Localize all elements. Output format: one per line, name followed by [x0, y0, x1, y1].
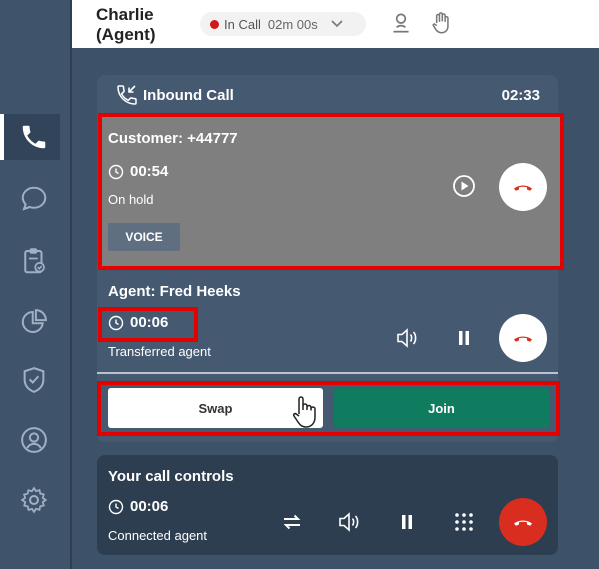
sidebar-item-tasks[interactable] — [14, 241, 54, 281]
sidebar-item-chat[interactable] — [14, 179, 54, 219]
agent-status: Transferred agent — [108, 344, 211, 359]
hand-cursor-icon — [292, 396, 316, 428]
pause-icon[interactable] — [393, 508, 421, 536]
sidebar-item-phone[interactable] — [14, 117, 54, 157]
chat-icon — [21, 186, 47, 211]
status-dot-icon — [210, 19, 219, 29]
sidebar-item-profile[interactable] — [14, 420, 54, 460]
agent-leg-name: Agent: Fred Heeks — [108, 283, 241, 300]
transfer-icon[interactable] — [278, 508, 306, 536]
shield-check-icon — [23, 367, 45, 393]
chevron-down-icon — [331, 20, 343, 28]
volume-icon[interactable] — [336, 508, 364, 536]
user-icon[interactable] — [388, 10, 414, 36]
controls-duration: 00:06 — [130, 498, 169, 515]
phone-icon — [22, 125, 46, 149]
status-label: In Call — [224, 16, 261, 32]
user-circle-icon — [21, 427, 47, 453]
controls-duration-row: 00:06 — [108, 498, 168, 515]
sidebar-item-security[interactable] — [14, 360, 54, 400]
status-duration: 02m 00s — [267, 16, 318, 32]
customer-highlight-box — [98, 113, 564, 270]
sidebar — [0, 0, 72, 569]
pie-chart-icon — [21, 309, 47, 333]
actions-highlight-box — [97, 381, 560, 436]
end-call-button[interactable] — [499, 498, 547, 546]
hangup-icon — [514, 520, 532, 526]
raise-hand-icon[interactable] — [428, 10, 454, 36]
sidebar-item-settings[interactable] — [14, 480, 54, 520]
call-panel-header: Inbound Call — [115, 83, 234, 107]
agent-duration-highlight — [98, 307, 198, 342]
clock-icon — [108, 499, 124, 514]
agent-hangup-button[interactable] — [499, 314, 547, 362]
call-timer: 02:33 — [501, 87, 540, 104]
hangup-icon — [514, 336, 532, 342]
top-bar: Charlie (Agent) In Call 02m 00s — [72, 0, 599, 48]
volume-icon[interactable] — [394, 324, 422, 352]
section-divider — [97, 372, 558, 374]
sidebar-item-reports[interactable] — [14, 302, 54, 342]
controls-title: Your call controls — [108, 468, 234, 485]
clipboard-check-icon — [24, 248, 45, 274]
agent-name: Charlie (Agent) — [96, 5, 156, 44]
pause-icon[interactable] — [450, 324, 478, 352]
status-dropdown[interactable]: In Call 02m 00s — [200, 12, 366, 36]
call-panel-title: Inbound Call — [143, 86, 234, 104]
incoming-call-icon — [117, 85, 137, 105]
dialpad-icon[interactable] — [450, 508, 478, 536]
controls-status: Connected agent — [108, 528, 208, 543]
gear-icon — [20, 486, 48, 514]
